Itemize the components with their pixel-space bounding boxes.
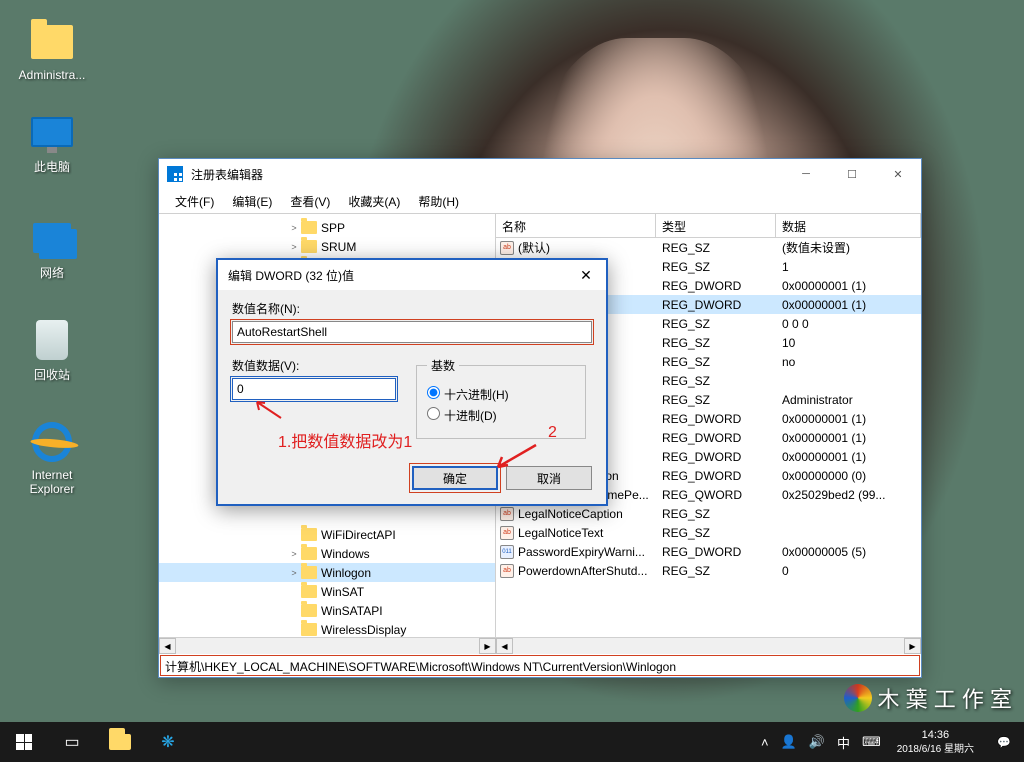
dialog-title: 编辑 DWORD (32 位)值: [228, 267, 354, 284]
value-row[interactable]: abLegalNoticeTextREG_SZ: [496, 523, 921, 542]
network-icon: [33, 223, 71, 253]
people-icon[interactable]: 👤: [775, 734, 803, 750]
value-name-input[interactable]: [232, 321, 592, 343]
file-explorer-button[interactable]: [96, 722, 144, 762]
dec-radio[interactable]: [427, 407, 440, 420]
value-name-label: 数值名称(N):: [232, 300, 592, 317]
icon-label: Internet Explorer: [12, 468, 92, 497]
menu-help[interactable]: 帮助(H): [410, 191, 467, 212]
radix-hex[interactable]: 十六进制(H): [427, 386, 575, 403]
desktop-icon-recyclebin[interactable]: 回收站: [12, 316, 92, 383]
value-row[interactable]: abPowerdownAfterShutd...REG_SZ0: [496, 561, 921, 580]
folder-icon: [109, 734, 131, 750]
clock-date: 2018/6/16 星期六: [897, 743, 974, 756]
icon-label: 此电脑: [12, 158, 92, 175]
dialog-titlebar[interactable]: 编辑 DWORD (32 位)值 ✕: [218, 260, 606, 290]
icon-label: Administra...: [12, 68, 92, 82]
scroll-right-icon[interactable]: ▶: [479, 638, 496, 654]
radix-dec[interactable]: 十进制(D): [427, 407, 575, 424]
window-title: 注册表编辑器: [191, 166, 263, 183]
value-row[interactable]: abLegalNoticeCaptionREG_SZ: [496, 504, 921, 523]
windows-logo-icon: [16, 734, 32, 750]
scroll-left-icon[interactable]: ◀: [159, 638, 176, 654]
tree-item[interactable]: WinSATAPI: [159, 601, 495, 620]
folder-icon: [31, 25, 73, 59]
icon-label: 网络: [12, 264, 92, 281]
menu-favorites[interactable]: 收藏夹(A): [340, 191, 408, 212]
radix-legend: 基数: [427, 357, 459, 374]
icon-label: 回收站: [12, 366, 92, 383]
desktop-icon-network[interactable]: 网络: [12, 214, 92, 281]
hex-radio[interactable]: [427, 386, 440, 399]
action-center-button[interactable]: 💬: [984, 722, 1024, 762]
minimize-button[interactable]: ─: [783, 159, 829, 189]
tree-item[interactable]: WiFiDirectAPI: [159, 525, 495, 544]
col-type[interactable]: 类型: [656, 214, 776, 237]
desktop-icon-thispc[interactable]: 此电脑: [12, 108, 92, 175]
keyboard-icon[interactable]: ⌨: [856, 734, 887, 750]
menu-edit[interactable]: 编辑(E): [224, 191, 280, 212]
pc-icon: [31, 117, 73, 147]
maximize-button[interactable]: ☐: [829, 159, 875, 189]
edit-dword-dialog: 编辑 DWORD (32 位)值 ✕ 数值名称(N): 数值数据(V): 基数 …: [216, 258, 608, 506]
recycle-bin-icon: [36, 320, 68, 360]
desktop-icon-ie[interactable]: Internet Explorer: [12, 418, 92, 497]
watermark-logo-icon: [844, 684, 872, 712]
menu-view[interactable]: 查看(V): [282, 191, 338, 212]
tree-item[interactable]: >SRUM: [159, 237, 495, 256]
tree-item[interactable]: >Winlogon: [159, 563, 495, 582]
tree-item[interactable]: >Windows: [159, 544, 495, 563]
scroll-right-icon[interactable]: ▶: [904, 638, 921, 654]
ie-icon: [28, 418, 77, 467]
tree-h-scrollbar[interactable]: ◀▶: [159, 637, 496, 654]
menubar: 文件(F) 编辑(E) 查看(V) 收藏夹(A) 帮助(H): [159, 189, 921, 213]
taskbar[interactable]: ▭ ❋ ˄ 👤 🔊 中 ⌨ 14:36 2018/6/16 星期六 💬: [0, 722, 1024, 762]
task-view-button[interactable]: ▭: [48, 722, 96, 762]
tray-chevron-icon[interactable]: ˄: [755, 735, 775, 750]
value-data-input[interactable]: [232, 378, 396, 400]
value-row[interactable]: 011PasswordExpiryWarni...REG_DWORD0x0000…: [496, 542, 921, 561]
system-tray[interactable]: ˄ 👤 🔊 中 ⌨ 14:36 2018/6/16 星期六 💬: [755, 722, 1024, 762]
dialog-close-button[interactable]: ✕: [566, 260, 606, 290]
list-header[interactable]: 名称 类型 数据: [496, 214, 921, 238]
col-name[interactable]: 名称: [496, 214, 656, 237]
tree-item[interactable]: >SPP: [159, 218, 495, 237]
menu-file[interactable]: 文件(F): [167, 191, 222, 212]
ok-button[interactable]: 确定: [412, 466, 498, 490]
volume-icon[interactable]: 🔊: [803, 734, 831, 750]
h-scrollbar[interactable]: ◀▶: [496, 637, 921, 654]
watermark: 木 葉 工 作 室: [844, 682, 1012, 714]
ime-icon[interactable]: 中: [831, 733, 856, 752]
statusbar: 计算机\HKEY_LOCAL_MACHINE\SOFTWARE\Microsof…: [160, 655, 920, 676]
titlebar[interactable]: 注册表编辑器 ─ ☐ ✕: [159, 159, 921, 189]
value-data-label: 数值数据(V):: [232, 357, 396, 374]
radix-group: 基数 十六进制(H) 十进制(D): [416, 357, 586, 439]
desktop-icon-admin[interactable]: Administra...: [12, 18, 92, 82]
clock[interactable]: 14:36 2018/6/16 星期六: [887, 728, 984, 755]
col-data[interactable]: 数据: [776, 214, 921, 237]
start-button[interactable]: [0, 722, 48, 762]
close-button[interactable]: ✕: [875, 159, 921, 189]
cancel-button[interactable]: 取消: [506, 466, 592, 490]
regedit-icon: [167, 166, 183, 182]
clock-time: 14:36: [897, 728, 974, 742]
taskbar-app[interactable]: ❋: [144, 722, 192, 762]
tree-item[interactable]: WinSAT: [159, 582, 495, 601]
scroll-left-icon[interactable]: ◀: [496, 638, 513, 654]
value-row[interactable]: ab(默认)REG_SZ(数值未设置): [496, 238, 921, 257]
